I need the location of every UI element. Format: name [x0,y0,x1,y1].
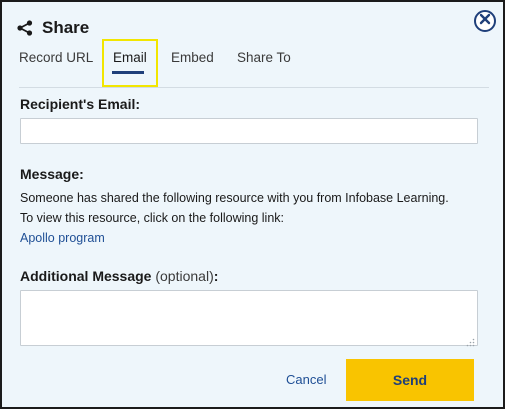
message-line-2: To view this resource, click on the foll… [20,211,285,225]
message-label: Message: [20,166,84,182]
additional-message-colon: : [213,268,219,284]
optional-hint: (optional) [155,268,214,284]
tab-share-to[interactable]: Share To [237,50,291,65]
cancel-button[interactable]: Cancel [286,372,326,387]
additional-message-label-text: Additional Message [20,268,152,284]
share-tabs: Record URL Email Embed Share To [19,46,489,88]
tab-record-url[interactable]: Record URL [19,50,93,65]
share-dialog: Share Record URL Email Embed Share To Re… [0,0,505,409]
tab-embed[interactable]: Embed [171,50,214,65]
dialog-header: Share [16,16,89,40]
send-button[interactable]: Send [346,359,474,401]
message-line-1: Someone has shared the following resourc… [20,191,449,205]
close-button[interactable] [474,10,496,32]
additional-message-label: Additional Message (optional): [20,268,218,284]
additional-message-textarea[interactable] [20,290,478,347]
close-icon [479,12,491,30]
recipient-email-label: Recipient's Email: [20,96,141,112]
share-icon [16,19,34,37]
dialog-title: Share [42,18,90,37]
resize-grip-icon[interactable] [466,334,475,347]
tab-highlight-box [102,39,158,87]
recipient-email-input[interactable] [20,118,478,144]
resource-link[interactable]: Apollo program [20,231,105,245]
